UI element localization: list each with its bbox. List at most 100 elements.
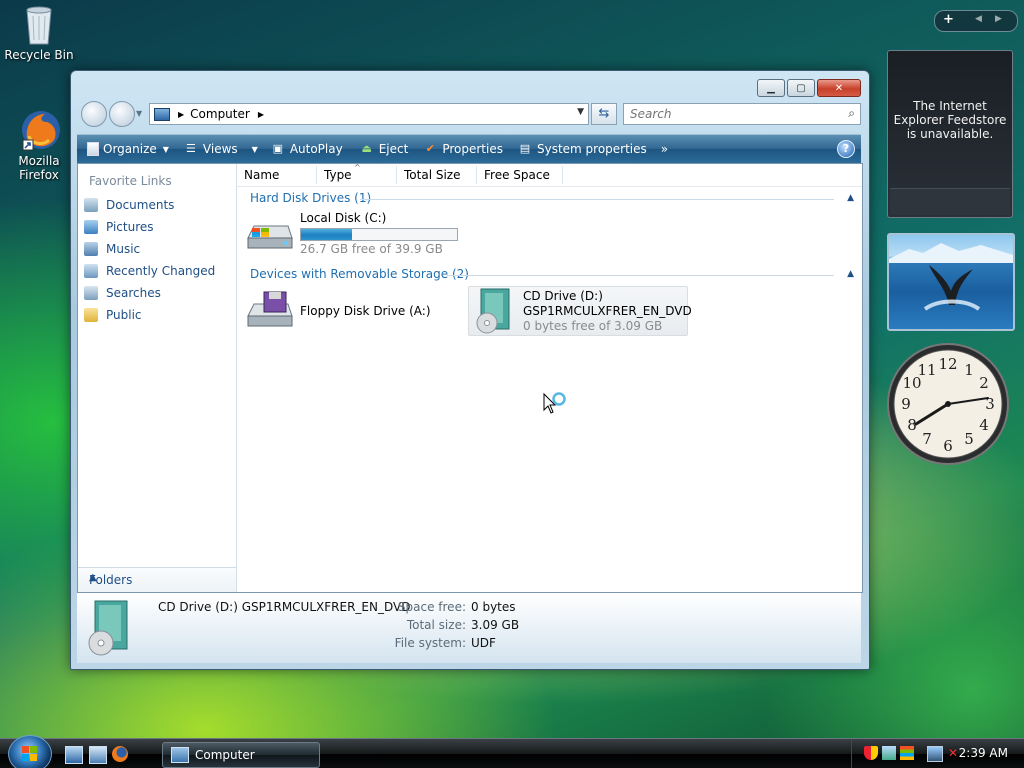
drive-usage-fill xyxy=(301,229,353,240)
column-header-free-space[interactable]: Free Space xyxy=(484,168,550,182)
switch-windows-icon[interactable] xyxy=(89,746,107,764)
next-gadgets-button[interactable]: ▶ xyxy=(995,14,1002,24)
drive-name: Floppy Disk Drive (A:) xyxy=(300,304,431,318)
documents-icon xyxy=(84,198,98,212)
favorite-link-searches[interactable]: Searches xyxy=(84,286,161,300)
music-icon xyxy=(84,242,98,256)
show-desktop-icon[interactable] xyxy=(65,746,83,764)
favorite-link-recently-changed[interactable]: Recently Changed xyxy=(84,264,215,278)
column-header-total-size[interactable]: Total Size xyxy=(404,168,460,182)
favorite-link-label: Music xyxy=(106,242,141,256)
favorite-link-documents[interactable]: Documents xyxy=(84,198,174,212)
address-bar[interactable]: ▶ Computer ▶ ▼ xyxy=(149,103,589,125)
network-icon[interactable] xyxy=(927,746,943,762)
group-header-hard-disk-drives[interactable]: Hard Disk Drives (1) xyxy=(250,191,371,205)
search-box[interactable]: ⌕ xyxy=(623,103,861,125)
drive-free-space: 0 bytes free of 3.09 GB xyxy=(523,319,663,333)
system-properties-icon: ▤ xyxy=(519,142,531,155)
views-button[interactable]: ☰ Views ▼ xyxy=(183,142,258,156)
minimize-button[interactable]: ▁ xyxy=(757,79,785,97)
search-icon[interactable]: ⌕ xyxy=(848,106,855,121)
help-icon[interactable]: ? xyxy=(837,140,855,158)
more-commands-button[interactable]: » xyxy=(661,142,668,156)
recycle-bin-icon xyxy=(19,2,59,46)
desktop-icon-label: Recycle Bin xyxy=(4,48,74,62)
recent-pages-dropdown-icon[interactable]: ▼ xyxy=(136,109,142,118)
address-dropdown-icon[interactable]: ▼ xyxy=(577,107,584,117)
more-commands-icon: » xyxy=(660,142,669,156)
chevron-down-icon: ▼ xyxy=(251,144,258,154)
add-gadget-button[interactable]: + xyxy=(943,12,954,27)
autoplay-button[interactable]: ▣ AutoPlay xyxy=(270,142,343,156)
close-button[interactable]: ✕ xyxy=(817,79,861,97)
clock-time[interactable]: 2:39 AM xyxy=(959,746,1008,760)
notification-area: ✕ 2:39 AM xyxy=(851,739,1024,768)
file-system-label: File system: xyxy=(394,636,466,650)
group-header-removable-storage[interactable]: Devices with Removable Storage (2) xyxy=(250,267,469,281)
clock-numeral: 5 xyxy=(964,430,974,448)
chevron-up-icon: ▲ xyxy=(89,572,97,583)
back-button[interactable] xyxy=(81,101,107,127)
properties-button[interactable]: ✔ Properties xyxy=(422,142,503,156)
chevron-up-icon[interactable]: ▲ xyxy=(847,269,854,279)
clock-numeral: 9 xyxy=(901,395,911,413)
clock-numeral: 6 xyxy=(943,437,953,455)
favorite-link-pictures[interactable]: Pictures xyxy=(84,220,154,234)
windows-defender-icon[interactable] xyxy=(882,746,896,760)
feed-headlines-gadget[interactable]: The Internet Explorer Feedstore is unava… xyxy=(887,50,1013,218)
feed-message: The Internet Explorer Feedstore is unava… xyxy=(893,99,1007,141)
windows-update-icon[interactable] xyxy=(900,746,914,760)
security-shield-icon[interactable] xyxy=(864,746,878,760)
chevron-up-icon[interactable]: ▲ xyxy=(847,193,854,203)
favorite-link-label: Searches xyxy=(106,286,161,300)
breadcrumb-separator-icon[interactable]: ▶ xyxy=(178,110,184,119)
column-divider[interactable] xyxy=(476,166,477,184)
breadcrumb-computer[interactable]: Computer xyxy=(190,107,250,121)
file-system-value: UDF xyxy=(471,636,496,650)
drive-name: CD Drive (D:) xyxy=(523,289,603,303)
organize-icon xyxy=(87,142,99,156)
favorite-links-title: Favorite Links xyxy=(89,174,172,188)
previous-gadgets-button[interactable]: ◀ xyxy=(975,14,982,24)
forward-button[interactable] xyxy=(109,101,135,127)
drive-name: Local Disk (C:) xyxy=(300,211,387,225)
firefox-quicklaunch-icon[interactable] xyxy=(112,746,128,762)
taskbar-button-computer[interactable]: Computer xyxy=(162,742,320,768)
sidebar-controls: + ◀ ▶ xyxy=(934,10,1018,32)
clock-gadget[interactable]: 12 1 2 3 4 5 6 7 8 9 10 11 xyxy=(886,342,1010,466)
navigation-bar: ▼ ▶ Computer ▶ ▼ ⇆ ⌕ xyxy=(79,101,861,127)
drive-item-cd-selected[interactable]: CD Drive (D:) GSP1RMCULXFRER_EN_DVD 0 by… xyxy=(468,286,692,336)
start-button[interactable] xyxy=(8,735,52,768)
column-divider[interactable] xyxy=(316,166,317,184)
column-divider[interactable] xyxy=(396,166,397,184)
column-header-name[interactable]: Name xyxy=(244,168,279,182)
favorite-link-music[interactable]: Music xyxy=(84,242,140,256)
slide-show-gadget[interactable] xyxy=(887,233,1015,331)
taskbar-button-label: Computer xyxy=(195,748,255,762)
chevron-down-icon: ▼ xyxy=(162,144,169,154)
hard-drive-icon xyxy=(246,220,294,259)
public-folder-icon xyxy=(84,308,98,322)
column-header-type[interactable]: Type xyxy=(324,168,352,182)
favorite-link-public[interactable]: Public xyxy=(84,308,142,322)
breadcrumb-separator-icon[interactable]: ▶ xyxy=(258,110,264,119)
organize-button[interactable]: Organize ▼ xyxy=(87,142,169,156)
caption-buttons: ▁ ▢ ✕ xyxy=(757,79,861,97)
eject-button[interactable]: ⏏ Eject xyxy=(359,142,409,156)
eject-label: Eject xyxy=(378,142,409,156)
clock-numeral: 2 xyxy=(979,374,989,392)
desktop-icon-recycle-bin[interactable]: Recycle Bin xyxy=(0,2,79,62)
folders-toggle[interactable]: Folders ▲ xyxy=(78,567,236,592)
column-headers: Name Type ^ Total Size Free Space xyxy=(237,163,862,187)
total-size-value: 3.09 GB xyxy=(471,618,520,632)
refresh-button[interactable]: ⇆ xyxy=(591,103,617,125)
system-properties-button[interactable]: ▤ System properties xyxy=(517,142,647,156)
desktop-icon-firefox[interactable]: Mozilla Firefox xyxy=(0,108,79,182)
search-input[interactable] xyxy=(628,104,832,124)
column-divider[interactable] xyxy=(562,166,563,184)
details-pane: CD Drive (D:) GSP1RMCULXFRER_EN_DVD Spac… xyxy=(77,593,861,663)
windows-logo-icon xyxy=(22,746,37,761)
sort-indicator-icon: ^ xyxy=(354,163,361,172)
navigation-pane: Favorite Links Documents Pictures Music … xyxy=(78,164,237,592)
maximize-button[interactable]: ▢ xyxy=(787,79,815,97)
